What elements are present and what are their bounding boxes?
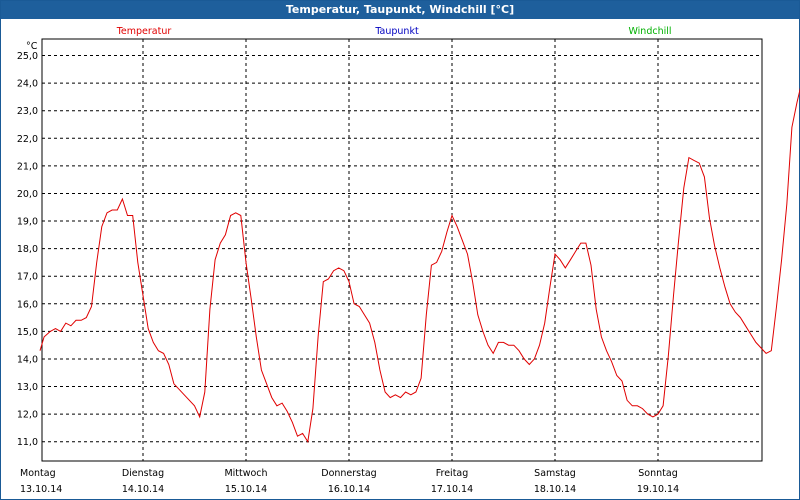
x-tick-date: 17.10.14 bbox=[431, 484, 473, 495]
grid-lines bbox=[42, 39, 762, 461]
x-tick-day: Freitag bbox=[436, 468, 469, 479]
x-tick-day: Mittwoch bbox=[224, 468, 267, 479]
legend: Temperatur Taupunkt Windchill bbox=[116, 26, 672, 37]
y-tick-label: 15,0 bbox=[17, 327, 38, 338]
x-tick-day: Sonntag bbox=[638, 468, 677, 479]
legend-entry: Taupunkt bbox=[374, 26, 419, 37]
chart-area: 25,0 24,0 23,0 22,0 21,0 20,0 19,0 18,0 17,0 16,0… bbox=[17, 26, 800, 495]
series-lines bbox=[39, 87, 800, 444]
x-tick-date: 14.10.14 bbox=[122, 484, 164, 495]
x-tick-day: Montag bbox=[20, 468, 56, 479]
y-axis-label: °C bbox=[26, 41, 38, 52]
y-tick-label: 22,0 bbox=[17, 134, 38, 145]
y-tick-label: 11,0 bbox=[17, 437, 38, 448]
y-tick-label: 16,0 bbox=[17, 299, 38, 310]
y-tick-label: 24,0 bbox=[17, 79, 38, 90]
x-tick-date: 16.10.14 bbox=[328, 484, 370, 495]
plot-frame bbox=[41, 38, 763, 462]
y-tick-label: 13,0 bbox=[17, 382, 38, 393]
x-tick-date: 18.10.14 bbox=[534, 484, 576, 495]
y-tick-label: 14,0 bbox=[17, 354, 38, 365]
series-line-temperatur bbox=[39, 87, 800, 444]
y-tick-label: 23,0 bbox=[17, 106, 38, 117]
y-tick-label: 17,0 bbox=[17, 272, 38, 283]
x-tick-day: Dienstag bbox=[122, 468, 164, 479]
y-tick-label: 21,0 bbox=[17, 161, 38, 172]
y-axis-ticks: 25,0 24,0 23,0 22,0 21,0 20,0 19,0 18,0 17,0 16,0… bbox=[17, 51, 38, 448]
x-axis-ticks: Montag 13.10.14 Dienstag 14.10.14 Mittwoch 15… bbox=[20, 468, 679, 495]
y-tick-label: 18,0 bbox=[17, 244, 38, 255]
y-tick-label: 19,0 bbox=[17, 217, 38, 228]
x-tick-date: 13.10.14 bbox=[20, 484, 62, 495]
y-tick-label: 12,0 bbox=[17, 410, 38, 421]
legend-entry: Temperatur bbox=[116, 26, 172, 37]
x-tick-date: 15.10.14 bbox=[225, 484, 267, 495]
y-tick-label: 25,0 bbox=[17, 51, 38, 62]
x-tick-day: Donnerstag bbox=[321, 468, 376, 479]
legend-entry: Windchill bbox=[628, 26, 671, 37]
y-tick-label: 20,0 bbox=[17, 189, 38, 200]
x-tick-date: 19.10.14 bbox=[637, 484, 679, 495]
x-tick-day: Samstag bbox=[534, 468, 576, 479]
